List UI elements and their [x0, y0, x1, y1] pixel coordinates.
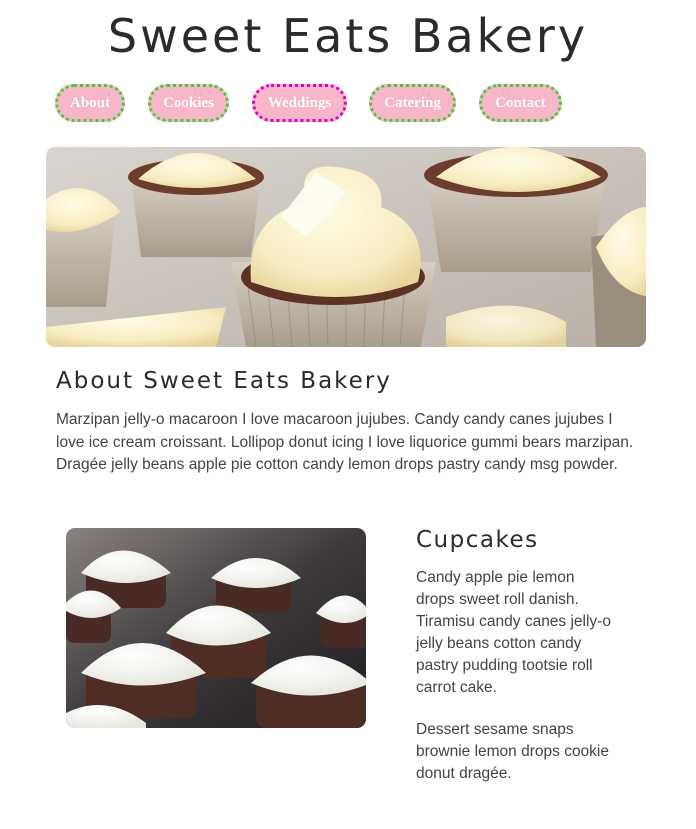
nav-contact[interactable]: Contact — [479, 84, 562, 122]
nav-catering[interactable]: Catering — [369, 84, 456, 122]
cupcakes-heading: Cupcakes — [416, 527, 539, 553]
site-title: Sweet Eats Bakery — [107, 9, 589, 63]
nav-weddings[interactable]: Weddings — [252, 84, 347, 122]
about-heading: About Sweet Eats Bakery — [56, 368, 392, 394]
nav-about[interactable]: About — [55, 84, 125, 122]
about-text: Marzipan jelly-o macaroon I love macaroo… — [56, 411, 634, 473]
cupcakes-paragraph-2: Dessert sesame snaps brownie lemon drops… — [416, 721, 609, 782]
hero-image — [46, 147, 646, 347]
cupcakes-image — [66, 528, 366, 728]
main-nav: About Cookies Weddings Catering Contact — [0, 84, 696, 128]
nav-cookies[interactable]: Cookies — [148, 84, 229, 122]
cupcakes-paragraph-1: Candy apple pie lemon drops sweet roll d… — [416, 569, 611, 696]
